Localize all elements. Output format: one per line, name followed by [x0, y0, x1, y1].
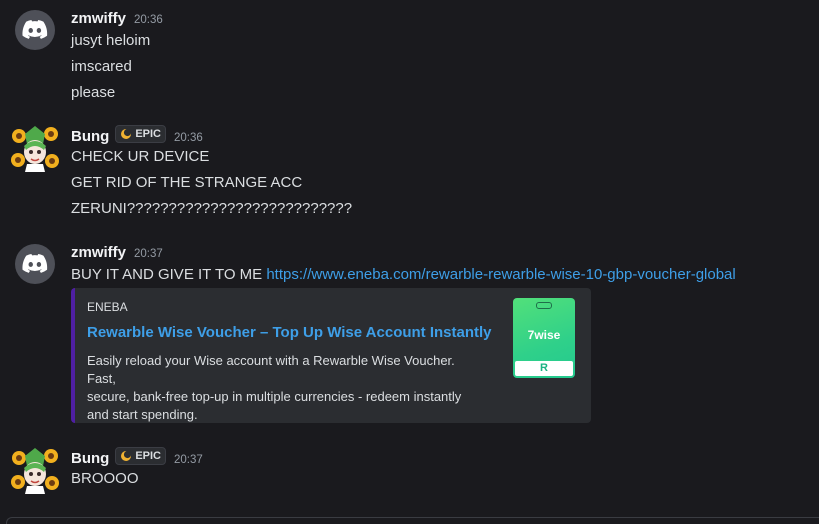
message-text: please	[71, 84, 116, 101]
embed-description: Easily reload your Wise account with a R…	[87, 352, 487, 424]
username[interactable]: zmwiffy	[71, 244, 126, 261]
message-header: zmwiffy 20:37	[71, 244, 163, 261]
user-avatar[interactable]	[15, 10, 55, 50]
timestamp[interactable]: 20:36	[174, 132, 203, 144]
timestamp[interactable]: 20:37	[174, 454, 203, 466]
guild-tag-label: EPIC	[135, 128, 162, 140]
card-hanger-icon	[536, 302, 552, 309]
guild-tag[interactable]: EPIC	[115, 125, 167, 143]
message-text: BUY IT AND GIVE IT TO ME https://www.ene…	[71, 266, 736, 283]
message-input-bar[interactable]	[6, 517, 819, 524]
user-avatar[interactable]	[11, 124, 59, 172]
message-text: ZERUNI???????????????????????????	[71, 200, 353, 217]
discord-logo-icon	[22, 20, 48, 39]
rewarble-logo: R	[515, 361, 573, 376]
timestamp[interactable]: 20:36	[134, 14, 163, 26]
message-text-content: BUY IT AND GIVE IT TO ME	[71, 266, 263, 283]
embed-description-line: Easily reload your Wise account with a R…	[87, 353, 455, 386]
message-header: Bung EPIC 20:36	[71, 125, 203, 145]
message-link[interactable]: https://www.eneba.com/rewarble-rewarble-…	[266, 266, 735, 283]
wise-logo: 7wise	[527, 328, 561, 342]
username[interactable]: zmwiffy	[71, 10, 126, 27]
embed-title-link[interactable]: Rewarble Wise Voucher – Top Up Wise Acco…	[87, 324, 492, 341]
message-header: Bung EPIC 20:37	[71, 447, 203, 467]
discord-logo-icon	[22, 254, 48, 273]
message-header: zmwiffy 20:36	[71, 10, 163, 27]
embed-description-line: secure, bank-free top-up in multiple cur…	[87, 389, 462, 404]
message-text: GET RID OF THE STRANGE ACC	[71, 174, 303, 191]
embed-description-line: and start spending.	[87, 407, 198, 422]
user-avatar[interactable]	[15, 244, 55, 284]
moon-icon	[121, 128, 132, 139]
anime-sunflower-avatar	[11, 126, 59, 172]
message-text: BROOOO	[71, 470, 139, 487]
guild-tag[interactable]: EPIC	[115, 447, 167, 465]
message-text: CHECK UR DEVICE	[71, 148, 210, 165]
embed-provider[interactable]: ENEBA	[87, 300, 128, 314]
guild-tag-label: EPIC	[135, 450, 162, 462]
link-embed: ENEBA Rewarble Wise Voucher – Top Up Wis…	[71, 288, 591, 423]
message-text: imscared	[71, 58, 132, 75]
moon-icon	[121, 450, 132, 461]
message-text: jusyt heloim	[71, 32, 151, 49]
embed-thumbnail[interactable]: 7wise R	[513, 298, 575, 378]
user-avatar[interactable]	[11, 446, 59, 494]
anime-sunflower-avatar	[11, 448, 59, 494]
username[interactable]: Bung	[71, 450, 109, 467]
timestamp[interactable]: 20:37	[134, 248, 163, 260]
username[interactable]: Bung	[71, 128, 109, 145]
